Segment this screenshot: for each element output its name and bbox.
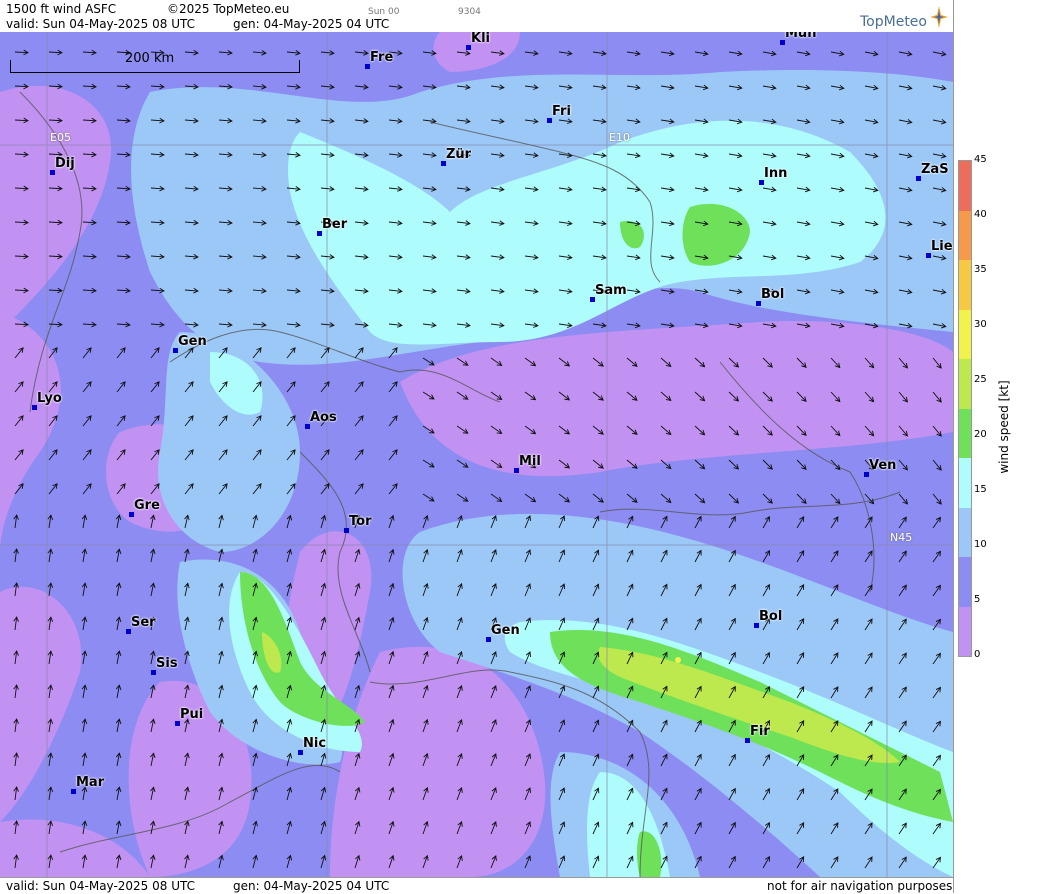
- copyright-text: ©2025 TopMeteo.eu: [167, 2, 290, 16]
- map-title: 1500 ft wind ASFC: [6, 2, 117, 16]
- colorbar-segment: [959, 408, 971, 458]
- valid-time: valid: Sun 04-May-2025 08 UTC: [6, 17, 195, 31]
- city-label: Dij: [55, 156, 75, 171]
- colorbar-segment: [959, 606, 971, 656]
- city-label: Pui: [180, 707, 204, 722]
- colorbar-segment: [959, 161, 971, 211]
- city-label: Ber: [322, 217, 348, 232]
- city-label: Fir: [750, 724, 770, 739]
- city-label: Lie: [931, 239, 953, 254]
- colorbar-segment: [959, 557, 971, 607]
- grid-label-n45: N45: [890, 531, 913, 544]
- legend-unit-label: wind speed [kt]: [997, 380, 1011, 474]
- colorbar-segment: [959, 260, 971, 310]
- legend-tick-label: 40: [974, 209, 987, 220]
- legend-tick-label: 20: [974, 429, 987, 440]
- generated-time: gen: 04-May-2025 04 UTC: [233, 17, 390, 31]
- city-label: Ser: [131, 615, 156, 630]
- footer-disclaimer: not for air navigation purposes: [767, 879, 953, 893]
- city-label: Aos: [310, 410, 337, 425]
- city-label: Fre: [370, 50, 394, 65]
- legend-tick-label: 25: [974, 374, 987, 385]
- logo-text: TopMeteo: [860, 14, 927, 30]
- city-label: Inn: [764, 166, 788, 181]
- city-label: Mar: [76, 775, 105, 790]
- legend-tick-label: 10: [974, 539, 987, 550]
- colorbar: [958, 160, 972, 657]
- city-label: Gen: [178, 334, 207, 349]
- wind-map[interactable]: 200 km E05 E10 N45 Kli Mün Fre Fri Dij Zür Inn…: [0, 32, 953, 877]
- legend-tick-label: 30: [974, 319, 987, 330]
- city-label: Fri: [552, 104, 571, 119]
- colorbar-segment: [959, 458, 971, 508]
- run-code: 9304: [458, 7, 481, 17]
- city-label: ZaS: [921, 162, 949, 177]
- legend-tick-label: 45: [974, 154, 987, 165]
- city-label: Mün: [785, 32, 817, 41]
- grid-label-e05: E05: [50, 131, 71, 144]
- city-label: Ven: [869, 458, 897, 473]
- city-label: Lyo: [37, 391, 62, 406]
- colorbar-segment: [959, 210, 971, 260]
- topmeteo-logo: TopMeteo: [860, 6, 950, 30]
- city-label: Bol: [761, 287, 785, 302]
- color-legend: 45 40 35 30 25 20 15 10 5 0 wind speed [kt]: [953, 0, 1045, 893]
- city-label: Tor: [349, 514, 372, 529]
- scale-label: 200 km: [125, 51, 175, 66]
- legend-tick-label: 15: [974, 484, 987, 495]
- compass-star-icon: [930, 6, 948, 28]
- legend-tick-label: 5: [974, 594, 981, 605]
- footer-bar: valid: Sun 04-May-2025 08 UTC gen: 04-Ma…: [0, 877, 953, 894]
- city-label: Gen: [491, 623, 520, 638]
- legend-tick-label: 0: [974, 649, 981, 660]
- legend-tick-label: 35: [974, 264, 987, 275]
- city-label: Zür: [446, 147, 472, 162]
- colorbar-segment: [959, 359, 971, 409]
- footer-valid-time: valid: Sun 04-May-2025 08 UTC: [6, 879, 195, 893]
- colorbar-segment: [959, 507, 971, 557]
- city-label: Mil: [519, 454, 541, 469]
- city-label: Sis: [156, 656, 178, 671]
- city-label: Gre: [134, 498, 160, 513]
- city-label: Sam: [595, 283, 627, 298]
- footer-generated-time: gen: 04-May-2025 04 UTC: [233, 879, 390, 893]
- city-label: Bol: [759, 609, 783, 624]
- grid-label-e10: E10: [609, 131, 630, 144]
- city-label: Nic: [303, 736, 327, 751]
- city-label: Kli: [471, 32, 490, 46]
- colorbar-segment: [959, 309, 971, 359]
